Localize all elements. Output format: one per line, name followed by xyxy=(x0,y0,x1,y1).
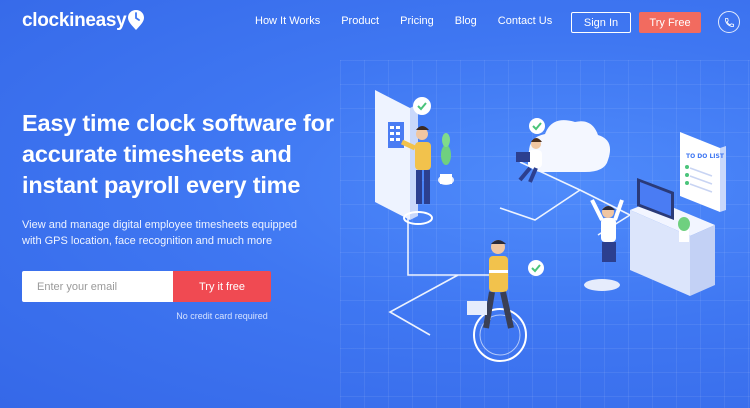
brand-name: clockineasy xyxy=(22,10,127,31)
headline-line: accurate timesheets and xyxy=(22,141,292,167)
hero-headline: Easy time clock software for accurate ti… xyxy=(22,108,352,201)
headline-line: instant payroll every time xyxy=(22,172,301,198)
brand-logo[interactable]: clockineasy xyxy=(22,10,145,32)
nav-how-it-works[interactable]: How It Works xyxy=(255,15,320,27)
todo-board: TO DO LIST xyxy=(680,132,726,212)
wall-panel-figure xyxy=(375,90,454,225)
try-it-free-button[interactable]: Try it free xyxy=(173,271,271,302)
nav-blog[interactable]: Blog xyxy=(455,15,477,27)
subtext-line: View and manage digital employee timeshe… xyxy=(22,219,297,231)
logo-pin-icon xyxy=(128,10,145,30)
todo-title: TO DO LIST xyxy=(686,153,725,160)
nav-product[interactable]: Product xyxy=(341,15,379,27)
phone-icon xyxy=(724,17,734,27)
sign-in-button[interactable]: Sign In xyxy=(571,12,631,33)
nav-contact-us[interactable]: Contact Us xyxy=(498,15,552,27)
phone-button[interactable] xyxy=(718,11,740,33)
email-input[interactable] xyxy=(22,271,173,302)
no-credit-card-note: No credit card required xyxy=(176,311,268,321)
subtext-line: with GPS location, face recognition and … xyxy=(22,235,273,247)
try-free-button[interactable]: Try Free xyxy=(639,12,701,33)
headline-line: Easy time clock software for xyxy=(22,110,334,136)
nav-pricing[interactable]: Pricing xyxy=(400,15,434,27)
walking-worker-figure xyxy=(467,240,544,362)
main-nav: How It Works Product Pricing Blog Contac… xyxy=(255,15,573,27)
hero-subtext: View and manage digital employee timeshe… xyxy=(22,217,322,249)
cloud-laptop-figure xyxy=(516,118,611,183)
hero-illustration: TO DO LIST xyxy=(375,90,726,362)
